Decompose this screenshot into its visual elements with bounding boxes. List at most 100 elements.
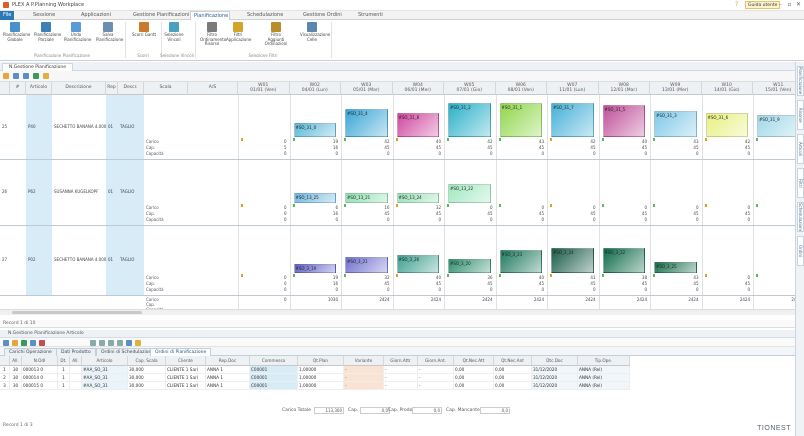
date-header[interactable]: W10 14/01 (Gio) [701, 82, 753, 95]
table-cell[interactable]: C00001 [250, 374, 298, 382]
table-cell[interactable]: - [384, 382, 418, 390]
table-cell[interactable]: - [344, 374, 384, 382]
article-code[interactable]: P40 [28, 124, 52, 129]
bottom-tab-1[interactable]: Dati Prodotto [56, 348, 96, 356]
date-header[interactable]: W06 08/01 (Ven) [495, 82, 547, 95]
table-cell[interactable]: 1 [58, 374, 70, 382]
table-cell[interactable]: - [418, 382, 454, 390]
row-number[interactable]: 26 [2, 189, 10, 194]
table-cell[interactable]: ANNA (Rel) [578, 382, 630, 390]
order-block[interactable]: #SO_31_9 [757, 115, 795, 137]
order-block[interactable]: #SO_3_24 [551, 247, 594, 273]
table-cell[interactable]: C00001 [250, 366, 298, 374]
order-block[interactable]: #SO_31_3 [654, 111, 697, 137]
zoom-icon[interactable] [13, 73, 19, 79]
table-header[interactable]: Cliente [166, 356, 206, 366]
bottom-tab-3[interactable]: Ordini di Pianificazione [150, 348, 212, 356]
article-description[interactable]: SECHETTO BANANA 4.000 [54, 257, 106, 262]
filter-icon[interactable] [3, 340, 9, 346]
order-block[interactable]: #SO_13_25 [293, 192, 336, 203]
table-header[interactable]: Dt. [58, 356, 70, 366]
grid-header[interactable] [0, 82, 10, 95]
row-number[interactable]: 25 [2, 124, 10, 129]
table-header[interactable]: Rep.Doc [206, 356, 250, 366]
article-code[interactable]: P02 [28, 257, 52, 262]
order-block[interactable]: #SO_13_24 [396, 192, 439, 203]
table-cell[interactable]: - [384, 366, 418, 374]
ribbon-button-3[interactable]: Salva Pianificazione [96, 21, 123, 51]
table-header[interactable]: Tip.Ope. [578, 356, 630, 366]
ribbon-tab-3[interactable]: Gestione Pianificazioni [130, 11, 189, 20]
table-cell[interactable]: 0,00 [454, 374, 494, 382]
date-header[interactable]: W09 13/01 (Mer) [650, 82, 702, 95]
grid-icon[interactable] [23, 73, 29, 79]
settings-icon[interactable] [43, 73, 49, 79]
order-block[interactable]: #SO_3_22 [602, 247, 645, 273]
table-cell[interactable]: - [384, 374, 418, 382]
table-cell[interactable]: 2 [0, 374, 10, 382]
table-cell[interactable]: 1 [58, 382, 70, 390]
ribbon-button-6[interactable]: Filtro Ordinamento Risorse [200, 21, 226, 51]
table-header[interactable]: N.Odl [22, 356, 58, 366]
table-cell[interactable] [70, 374, 82, 382]
table-cell[interactable]: 000014 0 [22, 374, 58, 382]
rail-tab[interactable]: Risorse [797, 100, 804, 130]
order-block[interactable]: #SO_3_19 [293, 263, 336, 273]
export-icon[interactable] [21, 340, 27, 346]
table-cell[interactable]: #AA_SO_31 [82, 374, 128, 382]
article-description[interactable]: SECHETTO BANANA 4.000 [54, 124, 106, 129]
date-header[interactable]: W04 06/01 (Mer) [392, 82, 444, 95]
nav-first-icon[interactable] [90, 340, 96, 346]
table-cell[interactable]: 31/12/2020 [532, 366, 578, 374]
scrollbar-thumb[interactable] [12, 311, 142, 314]
order-block[interactable]: #SO_31_8 [396, 113, 439, 137]
table-cell[interactable]: #AA_SO_31 [82, 366, 128, 374]
maximize-icon[interactable]: ▫ [786, 1, 793, 8]
date-header[interactable]: W07 11/01 (Lun) [547, 82, 599, 95]
table-cell[interactable]: ANNA (Rel) [578, 366, 630, 374]
table-cell[interactable]: #AA_SO_31 [82, 382, 128, 390]
date-header[interactable]: W01 01/01 (Ven) [238, 82, 290, 95]
ribbon-button-4[interactable]: Scorri Gantt [132, 21, 156, 51]
article-description[interactable]: SUSANNA KUGELKOPF [54, 189, 106, 194]
order-block[interactable]: #SO_31_1 [499, 103, 542, 137]
table-cell[interactable]: 30 [10, 382, 22, 390]
table-cell[interactable]: 30 [10, 374, 22, 382]
table-cell[interactable]: 0,00 [494, 366, 532, 374]
nav-prev-icon[interactable] [99, 340, 105, 346]
rep-code[interactable]: 01 [108, 257, 116, 262]
ribbon-tab-6[interactable]: Gestione Ordini [300, 11, 342, 20]
table-cell[interactable]: 30 [10, 366, 22, 374]
table-cell[interactable]: CLIENTE 1 Sarl [166, 374, 206, 382]
ribbon-button-0[interactable]: Pianificazione Globale [3, 21, 30, 51]
table-header[interactable] [0, 356, 10, 366]
export-icon[interactable] [33, 73, 39, 79]
grid-header[interactable]: Articolo [26, 82, 52, 95]
ribbon-button-1[interactable]: Pianificazione Parziale [34, 21, 61, 51]
rail-tab[interactable]: Articoli [797, 134, 804, 164]
ribbon-button-8[interactable]: Filtro Aggiunti Ordinazioni [264, 21, 288, 51]
table-cell[interactable]: ANNA (Rel) [578, 374, 630, 382]
order-block[interactable]: #SO_31_6 [705, 113, 748, 137]
bottom-tab-0[interactable]: Carichi Operazione [4, 348, 57, 356]
rail-tab[interactable]: Pianificazione [797, 66, 804, 96]
ribbon-tab-5[interactable]: Schedulazione [244, 11, 283, 20]
table-cell[interactable]: ANNA 1 [206, 366, 250, 374]
article-code[interactable]: P62 [28, 189, 52, 194]
close-icon[interactable]: ✕ [795, 1, 802, 8]
table-cell[interactable]: C00001 [250, 382, 298, 390]
refresh-icon[interactable] [12, 340, 18, 346]
table-cell[interactable]: 1 [58, 366, 70, 374]
nav-next-icon[interactable] [108, 340, 114, 346]
rail-tab[interactable]: Ordini [797, 236, 804, 266]
grid-header[interactable]: # [10, 82, 26, 95]
help-icon[interactable]: ? [735, 1, 741, 8]
table-cell[interactable]: - [418, 366, 454, 374]
table-cell[interactable]: 000015 0 [22, 382, 58, 390]
table-cell[interactable]: 30,000 [128, 366, 166, 374]
table-cell[interactable]: CLIENTE 1 Sarl [166, 382, 206, 390]
table-cell[interactable]: 31/12/2020 [532, 374, 578, 382]
order-block[interactable]: #SO_3_20 [448, 259, 491, 273]
table-header[interactable]: Variante [344, 356, 384, 366]
rep-code[interactable]: 01 [108, 189, 116, 194]
